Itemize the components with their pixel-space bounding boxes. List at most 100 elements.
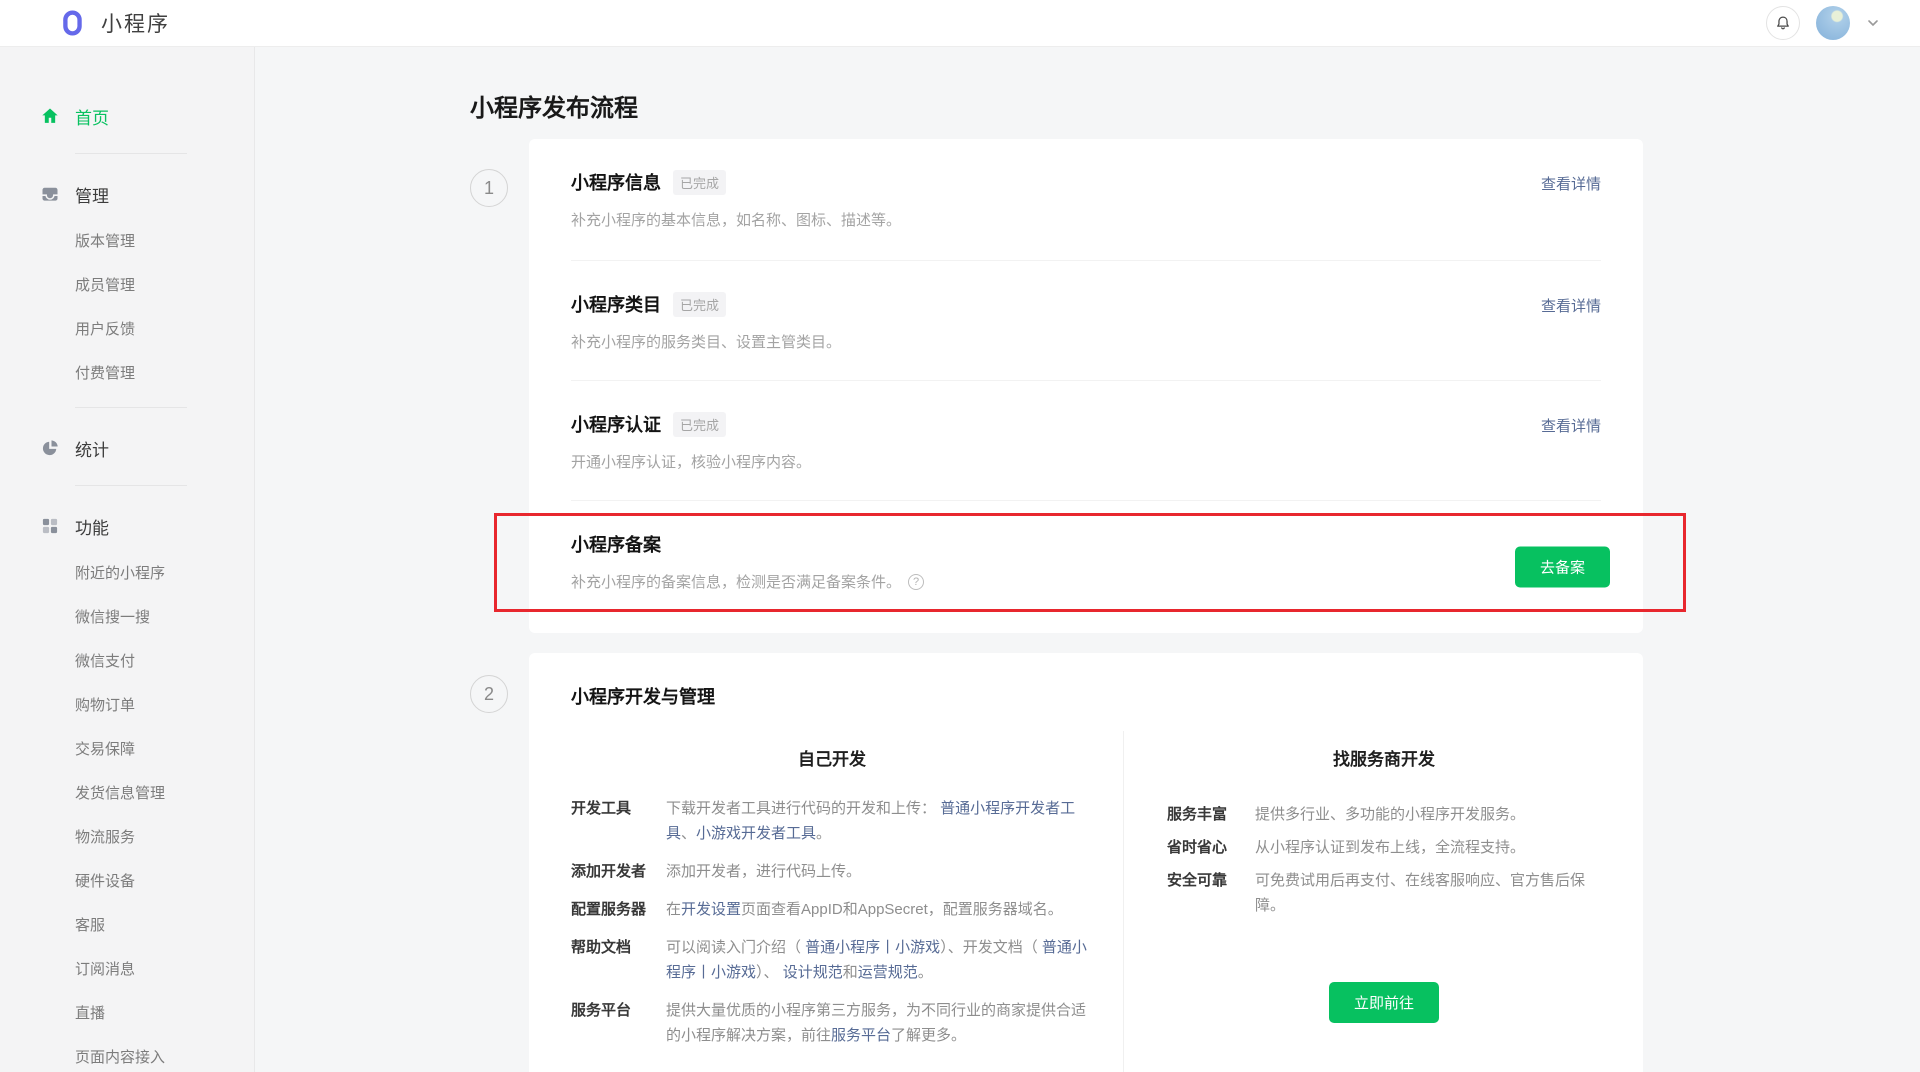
self-development-column: 自己开发 开发工具 下载开发者工具进行代码的开发和上传： 普通小程序开发者工具、小… — [529, 731, 1123, 1072]
go-beian-button[interactable]: 去备案 — [1514, 546, 1610, 588]
sidebar-subitem-member-management[interactable]: 成员管理 — [0, 274, 254, 295]
dev-row-text: 可以阅读入门介绍（ 普通小程序丨小游戏）、开发文档（ 普通小程序丨小游戏）、 设… — [666, 939, 1087, 981]
row-title: 小程序认证 — [571, 415, 661, 435]
view-details-link[interactable]: 查看详情 — [1541, 173, 1601, 194]
row-title: 小程序类目 — [571, 295, 661, 315]
help-question-icon[interactable]: ? — [908, 573, 925, 590]
vendor-development-column: 找服务商开发 服务丰富 提供多行业、多功能的小程序开发服务。省时省心 从小程序认证到… — [1123, 731, 1643, 1072]
text-link[interactable]: 小游戏开发者工具 — [696, 825, 816, 842]
row-description: 补充小程序的基本信息，如名称、图标、描述等。 — [571, 212, 902, 229]
top-header: 小程序 — [0, 0, 1920, 47]
dev-row-text: 从小程序认证到发布上线，全流程支持。 — [1255, 839, 1526, 856]
dev-row-text: 下载开发者工具进行代码的开发和上传： 普通小程序开发者工具、小游戏开发者工具。 — [666, 800, 1076, 842]
vendor-development-header: 找服务商开发 — [1333, 750, 1435, 769]
sidebar-subitem-shopping-orders[interactable]: 购物订单 — [0, 694, 254, 715]
pie-chart-icon — [40, 438, 60, 458]
release-step-row-miniprogram-info: 小程序信息 已完成补充小程序的基本信息，如名称、图标、描述等。 查看详情 — [529, 139, 1643, 261]
status-badge: 已完成 — [673, 291, 727, 317]
view-details-link[interactable]: 查看详情 — [1541, 415, 1601, 436]
page-title: 小程序发布流程 — [470, 95, 638, 122]
dev-row-label: 服务平台 — [571, 1002, 632, 1019]
dev-row-add-developer: 添加开发者 添加开发者，进行代码上传。 — [571, 859, 1093, 884]
release-step-row-miniprogram-beian: 小程序备案补充小程序的备案信息，检测是否满足备案条件。? 去备案 — [494, 501, 1686, 633]
release-step-row-miniprogram-category: 小程序类目 已完成补充小程序的服务类目、设置主管类目。 查看详情 — [529, 261, 1643, 381]
dev-row-label: 开发工具 — [571, 800, 632, 817]
dev-row-time-saving: 省时省心 从小程序认证到发布上线，全流程支持。 — [1167, 835, 1601, 860]
row-description: 补充小程序的服务类目、设置主管类目。 — [571, 334, 842, 351]
sidebar: 首页 管理版本管理成员管理用户反馈付费管理 统计 功能附近的小程序 微信搜一搜微信… — [0, 47, 255, 1072]
sidebar-item-manage[interactable]: 管理 — [0, 181, 254, 207]
sidebar-subitem-shipping-info-management[interactable]: 发货信息管理 — [0, 782, 254, 803]
sidebar-subitem-subscribe-messages[interactable]: 订阅消息 — [0, 958, 254, 979]
development-card: 小程序开发与管理 自己开发 开发工具 下载开发者工具进行代码的开发和上传： 普通小… — [529, 653, 1643, 1072]
dev-row-service-platform: 服务平台 提供大量优质的小程序第三方服务，为不同行业的商家提供合适的小程序解决方案… — [571, 998, 1093, 1048]
dev-row-label: 添加开发者 — [571, 863, 647, 880]
sidebar-item-label: 功能 — [75, 518, 109, 538]
row-title: 小程序备案 — [571, 535, 661, 555]
sidebar-item-label: 管理 — [75, 186, 109, 206]
dev-row-text: 添加开发者，进行代码上传。 — [666, 863, 862, 880]
status-badge: 已完成 — [673, 169, 727, 195]
dev-row-label: 省时省心 — [1167, 839, 1228, 856]
text-link[interactable]: 开发设置 — [681, 901, 741, 918]
sidebar-subitem-transaction-guarantee[interactable]: 交易保障 — [0, 738, 254, 759]
text-link[interactable]: 设计规范 — [783, 964, 843, 981]
sidebar-subitem-hardware-devices[interactable]: 硬件设备 — [0, 870, 254, 891]
sidebar-subitem-version-management[interactable]: 版本管理 — [0, 230, 254, 251]
sidebar-subitem-nearby-miniprogram[interactable]: 附近的小程序 — [0, 562, 254, 583]
dev-row-rich-services: 服务丰富 提供多行业、多功能的小程序开发服务。 — [1167, 802, 1601, 827]
step-1-number: 1 — [470, 169, 508, 207]
text-link[interactable]: 服务平台 — [831, 1027, 891, 1044]
red-annotation-box — [494, 513, 1686, 612]
user-avatar[interactable] — [1816, 6, 1850, 40]
dev-row-label: 配置服务器 — [571, 901, 647, 918]
dev-row-text: 提供多行业、多功能的小程序开发服务。 — [1255, 806, 1526, 823]
sidebar-item-features[interactable]: 功能 — [0, 513, 254, 539]
text-link[interactable]: 普通小程序丨小游戏 — [805, 939, 940, 956]
go-now-button[interactable]: 立即前往 — [1328, 982, 1439, 1023]
row-title: 小程序信息 — [571, 173, 661, 193]
step-2-number: 2 — [470, 675, 508, 713]
dev-row-text: 提供大量优质的小程序第三方服务，为不同行业的商家提供合适的小程序解决方案，前往服… — [666, 1002, 1087, 1044]
sidebar-subitem-logistics-services[interactable]: 物流服务 — [0, 826, 254, 847]
dev-row-configure-server: 配置服务器 在开发设置页面查看AppID和AppSecret，配置服务器域名。 — [571, 897, 1093, 922]
dev-row-text: 在开发设置页面查看AppID和AppSecret，配置服务器域名。 — [666, 901, 1063, 918]
step-1-section: 1 小程序信息 已完成 补充小程序的基本信息，如名称、图标、描述等。 查看详情 小程序类… — [470, 139, 1686, 633]
development-card-title: 小程序开发与管理 — [571, 687, 715, 707]
row-description: 开通小程序认证，核验小程序内容。 — [571, 454, 812, 471]
miniprogram-logo-icon — [55, 6, 89, 40]
notification-bell-icon[interactable] — [1766, 6, 1800, 40]
brand: 小程序 — [55, 6, 170, 40]
release-steps-card: 小程序信息 已完成 补充小程序的基本信息，如名称、图标、描述等。 查看详情 小程序类目已… — [494, 139, 1686, 633]
release-step-row-miniprogram-certification: 小程序认证 已完成开通小程序认证，核验小程序内容。 查看详情 — [529, 381, 1643, 501]
sidebar-item-label: 统计 — [75, 440, 109, 460]
inbox-icon — [40, 184, 60, 204]
main-content: 小程序发布流程 1 小程序信息 已完成 补充小程序的基本信息，如名称、图标、描述等。… — [255, 47, 1920, 1072]
sidebar-subitem-paid-management[interactable]: 付费管理 — [0, 362, 254, 383]
sidebar-subitem-wechat-search[interactable]: 微信搜一搜 — [0, 606, 254, 627]
dev-row-label: 服务丰富 — [1167, 806, 1228, 823]
sidebar-item-statistics[interactable]: 统计 — [0, 435, 254, 461]
sidebar-item-label: 首页 — [75, 108, 109, 128]
dev-row-label: 安全可靠 — [1167, 872, 1228, 889]
text-link[interactable]: 运营规范 — [858, 964, 918, 981]
step-2-section: 2 小程序开发与管理 自己开发 开发工具 下载开发者工具进行代码的开发和上传： 普… — [470, 653, 1643, 1072]
sidebar-subitem-customer-service[interactable]: 客服 — [0, 914, 254, 935]
grid-icon — [40, 516, 60, 536]
sidebar-subitem-user-feedback[interactable]: 用户反馈 — [0, 318, 254, 339]
home-icon — [40, 106, 60, 126]
dev-row-label: 帮助文档 — [571, 939, 632, 956]
dev-row-help-docs: 帮助文档 可以阅读入门介绍（ 普通小程序丨小游戏）、开发文档（ 普通小程序丨小游戏… — [571, 935, 1093, 985]
self-development-header: 自己开发 — [798, 750, 866, 769]
dev-row-text: 可免费试用后再支付、在线客服响应、官方售后保障。 — [1255, 872, 1586, 914]
sidebar-subitem-page-content-access[interactable]: 页面内容接入 — [0, 1046, 254, 1067]
sidebar-subitem-live-streaming[interactable]: 直播 — [0, 1002, 254, 1023]
sidebar-subitem-wechat-pay[interactable]: 微信支付 — [0, 650, 254, 671]
view-details-link[interactable]: 查看详情 — [1541, 295, 1601, 316]
dev-row-safe-reliable: 安全可靠 可免费试用后再支付、在线客服响应、官方售后保障。 — [1167, 868, 1601, 918]
status-badge: 已完成 — [673, 411, 727, 437]
chevron-down-icon[interactable] — [1866, 16, 1880, 30]
row-description: 补充小程序的备案信息，检测是否满足备案条件。? — [571, 571, 1601, 592]
app-title: 小程序 — [101, 13, 170, 36]
sidebar-item-home[interactable]: 首页 — [0, 103, 254, 129]
